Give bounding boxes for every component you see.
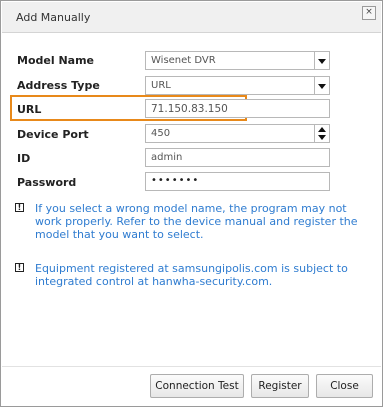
model-warning-note: ! If you select a wrong model name, the … <box>15 202 365 242</box>
address-type-value: URL <box>151 80 171 91</box>
id-value: admin <box>151 152 183 163</box>
close-button[interactable]: Close <box>316 374 373 398</box>
id-label: ID <box>17 152 31 165</box>
password-input[interactable]: ••••••• <box>145 172 330 191</box>
url-input[interactable]: 71.150.83.150 <box>145 99 330 118</box>
device-port-value: 450 <box>151 128 171 139</box>
password-label: Password <box>17 176 77 189</box>
add-manually-dialog: Add Manually × Model Name Wisenet DVR Ad… <box>0 0 383 407</box>
model-name-label: Model Name <box>17 54 94 67</box>
exclamation-icon: ! <box>15 203 24 212</box>
register-button[interactable]: Register <box>251 374 309 398</box>
model-warning-text: If you select a wrong model name, the pr… <box>35 202 358 241</box>
id-input[interactable]: admin <box>145 148 330 167</box>
dialog-title: Add Manually <box>16 11 91 24</box>
device-port-stepper[interactable]: 450 <box>145 124 330 143</box>
model-name-select[interactable]: Wisenet DVR <box>145 51 330 70</box>
footer-divider <box>2 366 381 367</box>
device-port-label: Device Port <box>17 128 89 141</box>
password-value: ••••••• <box>151 175 200 186</box>
chevron-down-icon[interactable] <box>314 52 329 69</box>
url-value: 71.150.83.150 <box>151 103 228 115</box>
model-name-value: Wisenet DVR <box>151 55 216 66</box>
exclamation-icon: ! <box>15 263 24 272</box>
chevron-down-icon[interactable] <box>314 77 329 94</box>
registration-text: Equipment registered at samsungipolis.co… <box>35 262 348 288</box>
close-icon[interactable]: × <box>362 6 376 20</box>
address-type-label: Address Type <box>17 79 100 92</box>
spin-arrows-icon[interactable] <box>314 125 329 142</box>
registration-note: ! Equipment registered at samsungipolis.… <box>15 262 365 290</box>
connection-test-button[interactable]: Connection Test <box>150 374 244 398</box>
title-bar: Add Manually × <box>2 2 381 33</box>
address-type-select[interactable]: URL <box>145 76 330 95</box>
url-label: URL <box>17 103 42 116</box>
